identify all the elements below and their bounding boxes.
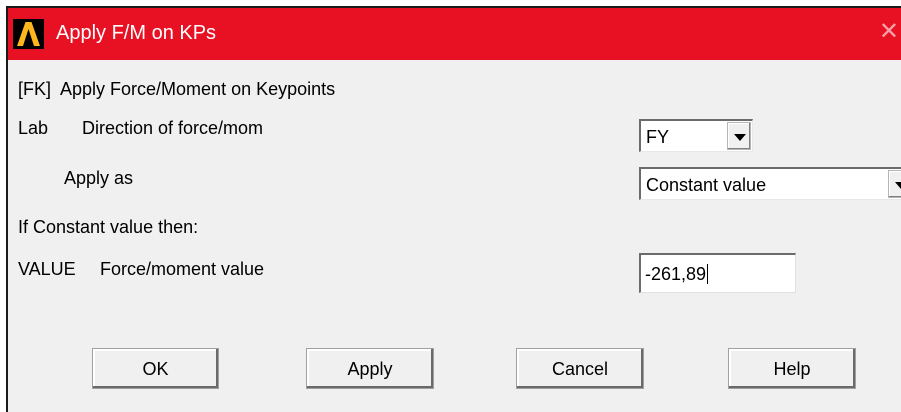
direction-value: FY: [646, 127, 670, 147]
direction-select[interactable]: FY: [639, 119, 753, 152]
chevron-down-icon: [895, 182, 901, 189]
help-button[interactable]: Help: [728, 348, 856, 389]
dialog-window: Apply F/M on KPs ✕ [FK] Apply Force/Mome…: [6, 6, 901, 412]
value-code-label: VALUE: [18, 259, 76, 279]
force-value-input[interactable]: -261,89: [639, 253, 796, 293]
cancel-button[interactable]: Cancel: [516, 348, 644, 389]
close-icon[interactable]: ✕: [879, 20, 899, 44]
apply-button[interactable]: Apply: [306, 348, 434, 389]
direction-label: Direction of force/mom: [82, 118, 264, 138]
apply-as-dropdown-button[interactable]: [888, 170, 901, 198]
if-constant-label: If Constant value then:: [18, 217, 199, 237]
apply-as-value: Constant value: [646, 175, 767, 195]
lab-code-label: Lab: [18, 118, 49, 138]
chevron-down-icon: [734, 134, 746, 141]
command-header: [FK] Apply Force/Moment on Keypoints: [18, 79, 336, 99]
apply-as-label: Apply as: [64, 168, 134, 188]
force-value-label: Force/moment value: [100, 259, 265, 279]
ansys-logo-icon: [13, 19, 44, 49]
text-cursor: [707, 264, 709, 284]
ok-button[interactable]: OK: [92, 348, 219, 389]
direction-dropdown-button[interactable]: [727, 122, 751, 150]
window-title: Apply F/M on KPs: [56, 22, 217, 44]
force-value-text: -261,89: [645, 264, 709, 284]
apply-as-select[interactable]: Constant value: [639, 167, 901, 200]
title-bar[interactable]: Apply F/M on KPs ✕: [8, 8, 901, 60]
